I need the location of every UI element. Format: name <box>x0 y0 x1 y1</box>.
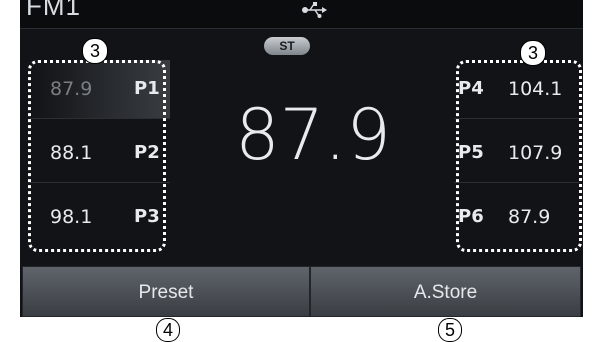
callout-preset-button: 4 <box>156 318 180 342</box>
usb-icon <box>302 2 327 18</box>
astore-button[interactable]: A.Store <box>310 266 581 317</box>
radio-screen: FM1 ST 87.9 87.9 P1 88.1 P2 98.1 P3 P4 1… <box>20 0 583 317</box>
right-presets-highlight <box>456 60 582 252</box>
bottom-button-bar: Preset A.Store <box>20 266 583 317</box>
callout-left-presets: 3 <box>82 38 108 64</box>
top-status-bar: FM1 <box>20 0 583 29</box>
left-presets-highlight <box>28 60 166 252</box>
callout-astore-button: 5 <box>438 318 462 342</box>
current-frequency: 87.9 <box>235 94 391 176</box>
band-label: FM1 <box>26 0 81 21</box>
stereo-badge: ST <box>264 37 310 55</box>
preset-button[interactable]: Preset <box>22 266 310 317</box>
callout-right-presets: 3 <box>520 40 546 66</box>
